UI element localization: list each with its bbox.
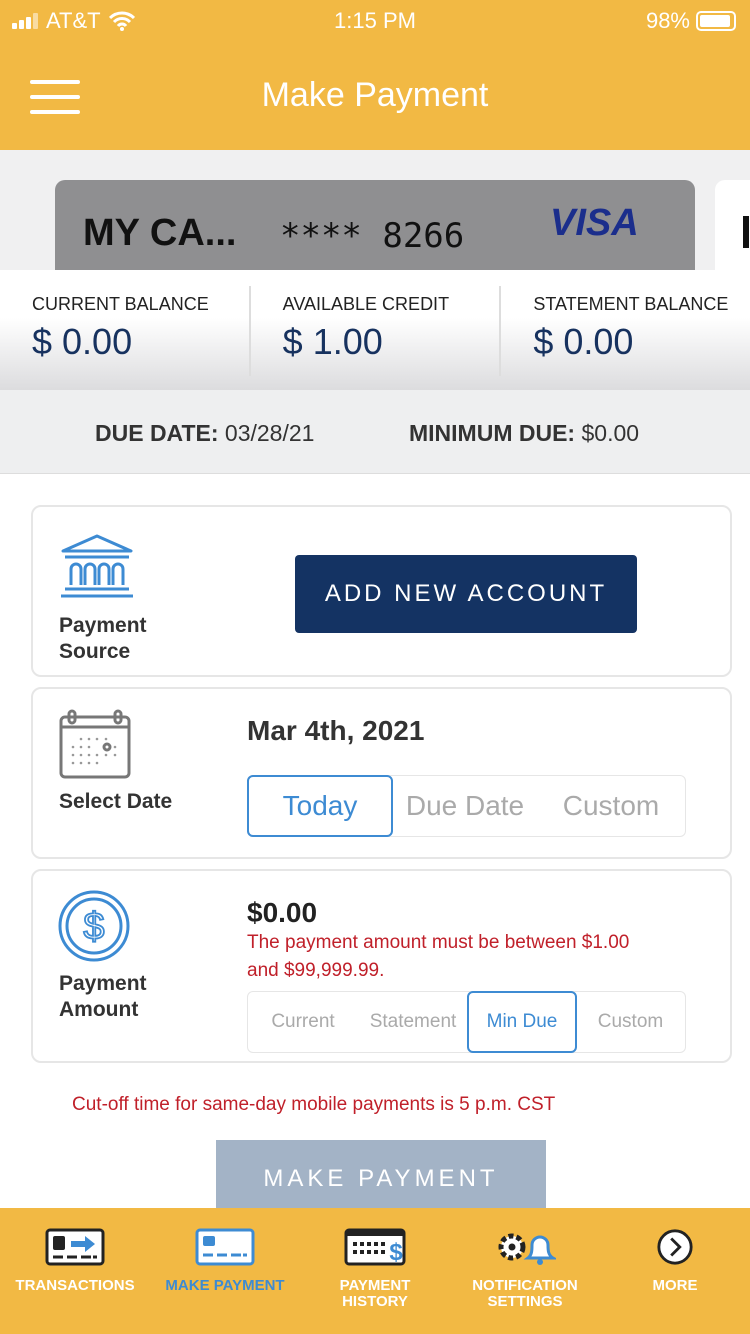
- cutoff-notice: Cut-off time for same-day mobile payment…: [72, 1094, 556, 1115]
- visa-logo: VISA: [550, 202, 639, 244]
- transactions-icon: [45, 1228, 105, 1266]
- payment-amount-value: $0.00: [247, 897, 318, 928]
- amount-segmented-control: Current Statement Min Due Custom: [247, 991, 686, 1053]
- tab-transactions[interactable]: TRANSACTIONS: [0, 1208, 150, 1334]
- date-option-today[interactable]: Today: [247, 775, 393, 837]
- payment-source-label: Payment Source: [59, 614, 147, 663]
- chevron-right-circle-icon: [657, 1229, 693, 1265]
- svg-text:$: $: [389, 1239, 403, 1266]
- date-option-custom[interactable]: Custom: [538, 776, 684, 836]
- date-segmented-control: Today Due Date Custom: [247, 775, 686, 837]
- amount-option-custom[interactable]: Custom: [576, 992, 685, 1052]
- payment-amount-panel: $ Payment Amount $0.00 The payment amount…: [31, 869, 732, 1063]
- tab-payment-history[interactable]: $ PAYMENT HISTORY: [300, 1208, 450, 1334]
- due-date: DUE DATE: 03/28/21: [95, 420, 315, 446]
- tab-label: MAKE PAYMENT: [165, 1277, 285, 1294]
- statement-balance: STATEMENT BALANCE $ 0.00: [501, 286, 750, 376]
- add-new-account-button[interactable]: ADD NEW ACCOUNT: [295, 555, 637, 633]
- amount-option-statement[interactable]: Statement: [358, 992, 468, 1052]
- tab-bar: TRANSACTIONS MAKE PAYMENT $ PAYMENT HISTO…: [0, 1208, 750, 1334]
- label: CURRENT BALANCE: [32, 294, 209, 314]
- payment-amount-label: Payment Amount: [59, 972, 147, 1021]
- dollar-coin-icon: $: [58, 890, 130, 962]
- payment-source-panel: Payment Source ADD NEW ACCOUNT: [31, 505, 732, 677]
- status-right: 98%: [646, 8, 736, 34]
- select-date-panel: Select Date Mar 4th, 2021 Today Due Date…: [31, 687, 732, 859]
- tab-more[interactable]: MORE: [600, 1208, 750, 1334]
- selected-date: Mar 4th, 2021: [247, 715, 425, 746]
- tab-label: NOTIFICATION SETTINGS: [472, 1277, 578, 1310]
- amount-option-min-due[interactable]: Min Due: [467, 991, 577, 1053]
- svg-text:$: $: [83, 906, 104, 948]
- battery-icon: [696, 11, 736, 31]
- header-bar: AT&T 1:15 PM 98% Make Payment: [0, 0, 750, 150]
- select-date-label: Select Date: [59, 790, 173, 813]
- tab-label: PAYMENT HISTORY: [339, 1277, 411, 1310]
- value: $ 0.00: [32, 321, 133, 362]
- current-balance: CURRENT BALANCE $ 0.00: [0, 286, 251, 376]
- label: STATEMENT BALANCE: [533, 294, 729, 314]
- next-card[interactable]: [715, 180, 750, 270]
- calendar-icon: [59, 709, 131, 779]
- amount-error: The payment amount must be between $1.00…: [247, 932, 630, 981]
- value: $ 1.00: [282, 321, 383, 362]
- page-title: Make Payment: [261, 76, 489, 114]
- card-icon: [195, 1228, 255, 1266]
- balances: CURRENT BALANCE $ 0.00 AVAILABLE CREDIT $ …: [0, 270, 750, 390]
- card-number: **** 8266: [280, 216, 465, 256]
- calendar-dollar-icon: $: [344, 1228, 406, 1266]
- minimum-due: MINIMUM DUE: $0.00: [409, 420, 640, 446]
- card-carousel[interactable]: MY CA... **** 8266 VISA: [0, 150, 750, 270]
- bank-icon: [61, 534, 133, 598]
- clock: 1:15 PM: [334, 8, 416, 33]
- gear-bell-icon: [498, 1233, 556, 1265]
- credit-card[interactable]: MY CA... **** 8266 VISA: [55, 180, 695, 270]
- available-credit: AVAILABLE CREDIT $ 1.00: [251, 286, 502, 376]
- label: AVAILABLE CREDIT: [282, 294, 450, 314]
- tab-label: TRANSACTIONS: [15, 1277, 135, 1294]
- due-info: DUE DATE: 03/28/21 MINIMUM DUE: $0.00: [0, 390, 750, 474]
- date-option-due-date[interactable]: Due Date: [392, 776, 538, 836]
- tab-label: MORE: [652, 1277, 698, 1294]
- value: $ 0.00: [533, 321, 634, 362]
- card-name: MY CA...: [83, 212, 237, 254]
- tab-notification-settings[interactable]: NOTIFICATION SETTINGS: [450, 1208, 600, 1334]
- amount-option-current[interactable]: Current: [248, 992, 358, 1052]
- battery-percent: 98%: [645, 8, 690, 33]
- tab-make-payment[interactable]: MAKE PAYMENT: [150, 1208, 300, 1334]
